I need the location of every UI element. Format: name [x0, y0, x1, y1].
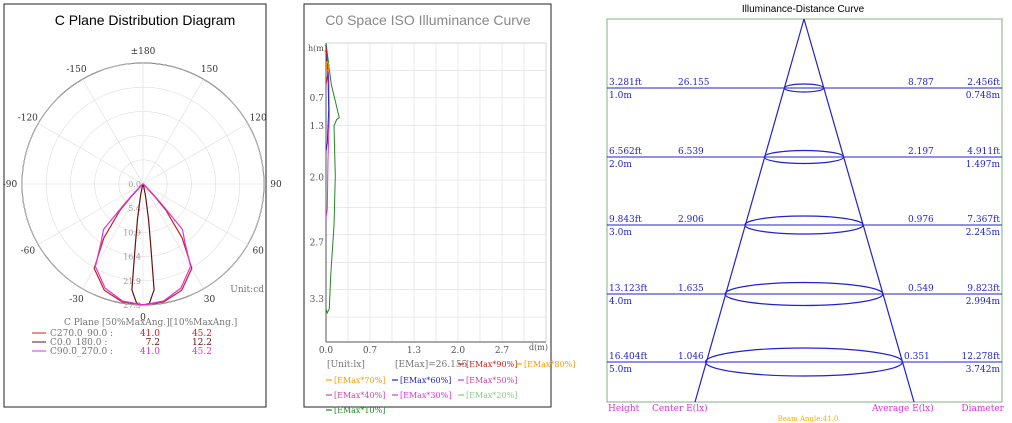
cone-diameter-ft: 9.823ft [967, 284, 1000, 294]
polar-angle-label: 30 [204, 295, 216, 305]
cone-height-ft: 16.404ft [609, 352, 648, 362]
iso-x-tick: 1.3 [407, 346, 422, 356]
polar-grid-spoke [142, 183, 248, 245]
iso-legend-label: [EMax*10%] [334, 406, 385, 415]
polar-angle-label: 0 [140, 313, 146, 323]
cone-average-e: 0.351 [904, 352, 930, 362]
iso-y-tick: 2.0 [310, 174, 325, 184]
iso-unit: [Unit:lx] [327, 360, 365, 370]
cone-footer-average: Average E(lx) [871, 403, 934, 414]
polar-title: C Plane Distribution Diagram [55, 12, 236, 28]
polar-legend-v50: 41.0 [140, 347, 160, 357]
iso-x-tick: 2.0 [451, 346, 466, 356]
iso-legend-label: [EMax*30%] [400, 391, 451, 400]
cone-footer-height: Height [608, 404, 640, 414]
polar-angle-label: ±180 [131, 47, 156, 57]
iso-y-tick: 0.7 [310, 94, 325, 104]
polar-grid-spoke [142, 79, 204, 185]
polar-grid-spoke [142, 183, 204, 289]
cone-title: Illuminance-Distance Curve [742, 4, 865, 15]
polar-angle-label: -60 [21, 247, 36, 257]
iso-title: C0 Space ISO Illuminance Curve [325, 12, 531, 28]
cone-diameter-ft: 2.456ft [967, 78, 1000, 88]
cone-height-ft: 3.281ft [609, 78, 642, 88]
chart-canvas: C Plane Distribution Diagram Unit:cd C P… [3, 3, 1005, 423]
polar-legend: C270.0_90.0 :41.0 45.2C0.0_180.0 :7.2 12.2… [32, 329, 212, 357]
iso-legend-label: [EMax*40%] [334, 391, 385, 400]
cone-center-e: 2.906 [678, 215, 704, 225]
polar-angle-label: 60 [252, 247, 264, 257]
iso-legend-label: [EMax*70%] [334, 376, 385, 385]
polar-radial-label: 16.4 [123, 253, 141, 262]
cone-average-e: 0.549 [908, 284, 934, 294]
iso-y-tick: 1.3 [310, 122, 325, 132]
cone-footer-diameter: Diameter [961, 404, 1004, 414]
cone-diameter-m: 1.497m [966, 160, 1001, 170]
polar-angle-label: 150 [201, 65, 218, 75]
cone-height-m: 2.0m [609, 160, 632, 170]
cone-average-e: 8.787 [908, 78, 934, 88]
cone-center-e: 26.155 [678, 78, 710, 88]
iso-legend-label: [EMax*50%] [466, 376, 517, 385]
cone-height-m: 3.0m [609, 228, 632, 238]
iso-curves [325, 42, 340, 315]
cone-diameter-m: 2.994m [966, 297, 1001, 307]
iso-legend-label: [EMax*20%] [466, 391, 517, 400]
cone-center-e: 6.539 [678, 147, 704, 157]
iso-y-tick: 2.7 [310, 238, 325, 248]
iso-xlabel: d(m) [529, 343, 548, 352]
cone-height-ft: 9.843ft [609, 215, 642, 225]
iso-grid: 0.0 0.7 1.3 2.0 2.7 0.7 1.3 2.0 2.7 3.3 [310, 42, 547, 356]
cone-center-e: 1.635 [678, 284, 704, 294]
cone-right-edge [803, 18, 915, 403]
iso-legend-label: [EMax*90%] [466, 360, 517, 369]
cone-frame [606, 18, 1003, 403]
polar-angle-label: -120 [18, 114, 38, 124]
polar-angle-label: 90 [270, 180, 282, 190]
cone-average-e: 2.197 [908, 147, 934, 157]
iso-ylabel: h(m) [308, 44, 327, 53]
polar-legend-name: C90.0_270.0 : [50, 347, 113, 357]
cone-height-m: 5.0m [609, 365, 632, 375]
cone-diameter-ft: 7.367ft [967, 215, 1000, 225]
iso-legend-label: [EMax*60%] [400, 376, 451, 385]
polar-radial-label: 10.9 [123, 228, 141, 237]
polar-legend-v10: 45.2 [192, 347, 212, 357]
polar-table-header: C Plane [50%MaxAng.][10%MaxAng.] [64, 318, 237, 328]
cone-height-ft: 13.123ft [609, 284, 648, 294]
polar-angle-label: 120 [250, 114, 267, 124]
iso-x-tick: 2.7 [495, 346, 510, 356]
cone-height-m: 4.0m [609, 297, 632, 307]
cone-footer-center: Center E(lx) [652, 403, 708, 414]
cone-diameter-m: 0.748m [966, 91, 1001, 101]
iso-emax: [EMax]=26.155 [395, 360, 468, 370]
cone-center-e: 1.046 [678, 352, 704, 362]
cone-diameter-ft: 12.278ft [962, 352, 1001, 362]
polar-unit: Unit:cd [230, 285, 264, 295]
iso-x-tick: 0.7 [363, 346, 378, 356]
iso-y-tick: 3.3 [310, 295, 325, 305]
cone-diameter-m: 3.742m [966, 365, 1001, 375]
polar-angle-label: -90 [3, 180, 18, 190]
cone-diameter-m: 2.245m [966, 228, 1001, 238]
polar-grid-spoke [142, 123, 248, 185]
cone-beam-angle: Beam Angle:41.0 [778, 415, 839, 423]
iso-x-tick: 0.0 [319, 346, 334, 356]
cone-height-m: 1.0m [609, 91, 632, 101]
cone-height-ft: 6.562ft [609, 147, 642, 157]
cone-diagram: 3.281ft 1.0m 26.155 8.787 2.456ft 0.748m 6.562… [606, 18, 1003, 403]
polar-angle-label: -150 [66, 65, 86, 75]
polar-grid-spoke [82, 79, 144, 185]
iso-legend-label: [EMax*80%] [524, 360, 575, 369]
polar-grid-spoke [38, 123, 144, 185]
cone-diameter-ft: 4.911ft [967, 147, 1000, 157]
polar-angle-label: -30 [69, 295, 84, 305]
cone-left-edge [694, 18, 805, 403]
cone-average-e: 0.976 [908, 215, 934, 225]
iso-panel-border [303, 3, 552, 408]
